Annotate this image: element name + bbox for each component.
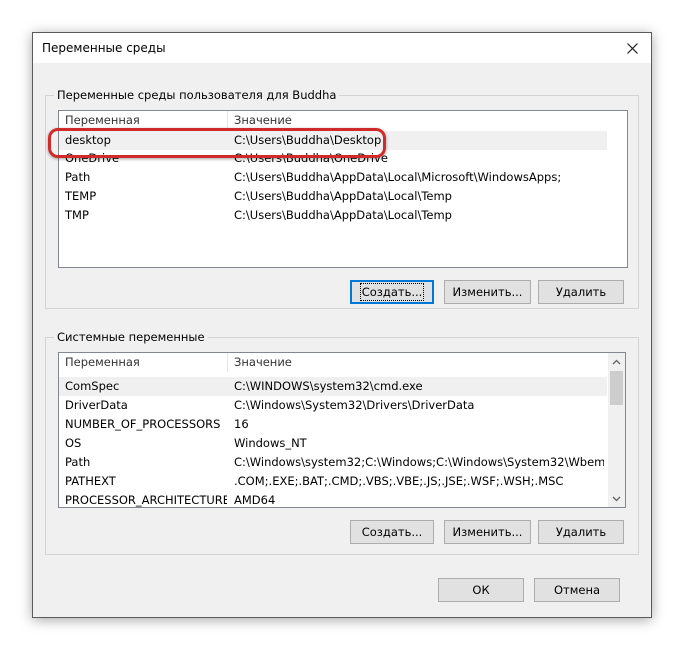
variable-name: NUMBER_OF_PROCESSORS (65, 417, 221, 431)
chevron-down-icon (612, 496, 621, 501)
variable-name: TMP (65, 208, 89, 222)
list-item[interactable]: TEMP C:\Users\Buddha\AppData\Local\Temp (59, 187, 607, 206)
variable-value: C:\Users\Buddha\AppData\Local\Microsoft\… (234, 170, 562, 184)
variable-name: Path (65, 170, 91, 184)
list-item[interactable]: NUMBER_OF_PROCESSORS 16 (59, 415, 607, 434)
list-item[interactable]: TMP C:\Users\Buddha\AppData\Local\Temp (59, 206, 607, 225)
system-variables-group-title: Системные переменные (54, 330, 208, 344)
dialog-title: Переменные среды (42, 41, 166, 55)
scroll-down-button[interactable] (608, 490, 625, 507)
column-header-name[interactable]: Переменная (59, 353, 227, 372)
system-edit-button[interactable]: Изменить... (444, 520, 531, 544)
cancel-button[interactable]: Отмена (534, 578, 620, 602)
environment-variables-dialog: Переменные среды Переменные среды пользо… (32, 32, 652, 618)
variable-value: C:\Windows\system32;C:\Windows;C:\Window… (234, 455, 604, 469)
system-edit-button-label: Изменить... (452, 525, 523, 539)
cancel-button-label: Отмена (553, 583, 601, 597)
system-delete-button[interactable]: Удалить (538, 520, 624, 544)
variable-value: AMD64 (234, 493, 276, 507)
system-create-button[interactable]: Создать... (350, 520, 434, 544)
variable-name: PROCESSOR_ARCHITECTURE (65, 493, 227, 507)
chevron-up-icon (612, 359, 621, 364)
highlight-annotation (48, 128, 386, 158)
variable-value: .COM;.EXE;.BAT;.CMD;.VBS;.VBE;.JS;.JSE;.… (234, 474, 564, 488)
variable-value: 16 (234, 417, 249, 431)
system-create-button-label: Создать... (361, 525, 423, 539)
variable-value: C:\Windows\System32\Drivers\DriverData (234, 398, 475, 412)
list-item[interactable]: ComSpec C:\WINDOWS\system32\cmd.exe (59, 377, 607, 396)
close-button[interactable] (619, 36, 645, 60)
list-item[interactable]: PROCESSOR_ARCHITECTURE AMD64 (59, 491, 607, 507)
ok-button[interactable]: ОК (438, 578, 524, 602)
variable-value: C:\Users\Buddha\AppData\Local\Temp (234, 189, 452, 203)
title-bar: Переменные среды (33, 33, 651, 63)
variable-name: OS (65, 436, 82, 450)
list-item[interactable]: PATHEXT .COM;.EXE;.BAT;.CMD;.VBS;.VBE;.J… (59, 472, 607, 491)
system-variables-list[interactable]: Переменная Значение ComSpec C:\WINDOWS\s… (58, 352, 626, 508)
variable-value: Windows_NT (234, 436, 307, 450)
list-item[interactable]: Path C:\Windows\system32;C:\Windows;C:\W… (59, 453, 607, 472)
variable-name: Path (65, 455, 91, 469)
user-delete-button[interactable]: Удалить (538, 280, 624, 304)
close-icon (626, 42, 638, 54)
user-edit-button-label: Изменить... (452, 285, 523, 299)
scroll-up-button[interactable] (608, 353, 625, 370)
system-list-header: Переменная Значение (59, 353, 625, 373)
variable-value: C:\Users\Buddha\AppData\Local\Temp (234, 208, 452, 222)
system-variables-group: Системные переменные Переменная Значение… (45, 330, 639, 555)
user-edit-button[interactable]: Изменить... (444, 280, 531, 304)
vertical-scrollbar[interactable] (608, 353, 625, 507)
column-header-value[interactable]: Значение (228, 353, 598, 372)
ok-button-label: ОК (472, 583, 490, 597)
user-create-button-label: Создать... (359, 283, 425, 301)
user-delete-button-label: Удалить (555, 285, 607, 299)
list-item[interactable]: OS Windows_NT (59, 434, 607, 453)
variable-value: C:\WINDOWS\system32\cmd.exe (234, 379, 423, 393)
variable-name: ComSpec (65, 379, 120, 393)
system-delete-button-label: Удалить (555, 525, 607, 539)
user-create-button[interactable]: Создать... (350, 280, 434, 304)
scrollbar-thumb[interactable] (610, 371, 623, 405)
user-variables-group-title: Переменные среды пользователя для Buddha (54, 88, 340, 102)
variable-name: TEMP (65, 189, 97, 203)
variable-name: DriverData (65, 398, 128, 412)
list-item[interactable]: Path C:\Users\Buddha\AppData\Local\Micro… (59, 168, 607, 187)
variable-name: PATHEXT (65, 474, 116, 488)
list-item[interactable]: DriverData C:\Windows\System32\Drivers\D… (59, 396, 607, 415)
